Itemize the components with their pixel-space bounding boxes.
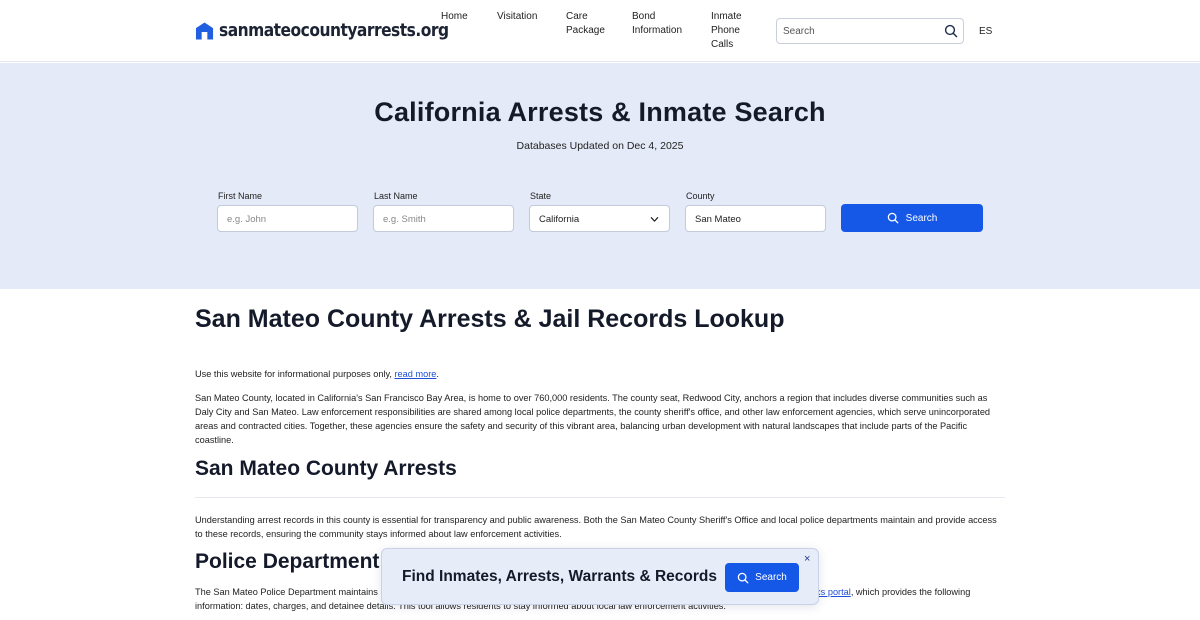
logo-text: sanmateocountyarrests.org	[219, 20, 449, 41]
state-label: State	[530, 191, 552, 201]
county-label: County	[686, 191, 715, 201]
last-name-field	[373, 205, 514, 232]
read-more-link[interactable]: read more	[395, 369, 437, 379]
close-icon[interactable]: ×	[804, 553, 810, 565]
arrests-description: Understanding arrest records in this cou…	[195, 515, 997, 539]
search-icon	[737, 572, 749, 583]
search-popup: Find Inmates, Arrests, Warrants & Record…	[381, 548, 819, 605]
search-icon	[887, 212, 899, 224]
section-divider	[195, 497, 1005, 498]
nav-visitation[interactable]: Visitation	[497, 10, 537, 24]
header-search	[776, 18, 964, 44]
state-select[interactable]: California	[529, 205, 670, 232]
county-input[interactable]	[695, 212, 815, 226]
last-name-input[interactable]	[383, 212, 503, 226]
first-name-field	[217, 205, 358, 232]
first-name-label: First Name	[218, 191, 263, 201]
county-field	[685, 205, 826, 232]
info-notice: Use this website for informational purpo…	[195, 367, 1003, 381]
police-heading: Police Department Da	[195, 550, 413, 573]
chevron-down-icon	[650, 217, 659, 222]
info-text: Use this website for informational purpo…	[195, 369, 395, 379]
hero-search-button[interactable]: Search	[841, 204, 983, 232]
search-icon[interactable]	[944, 24, 958, 38]
police-text-start: The San Mateo Police Department maintain…	[195, 587, 378, 597]
page-title: San Mateo County Arrests & Jail Records …	[195, 305, 785, 333]
info-end: .	[436, 369, 439, 379]
arrests-heading: San Mateo County Arrests	[195, 457, 457, 480]
nav-care-package[interactable]: Care Package	[566, 10, 606, 38]
hero-subtitle: Databases Updated on Dec 4, 2025	[516, 140, 684, 152]
house-icon	[195, 21, 214, 40]
nav-home[interactable]: Home	[441, 10, 468, 24]
last-name-label: Last Name	[374, 191, 418, 201]
police-text-mid: , which provides the following	[850, 587, 971, 597]
county-description: San Mateo County, located in California'…	[195, 393, 991, 445]
nav-inmate-phone-calls[interactable]: Inmate Phone Calls	[711, 10, 747, 52]
site-header: sanmateocountyarrests.org Home Visitatio…	[0, 0, 1200, 62]
header-search-input[interactable]	[783, 23, 938, 39]
popup-search-label: Search	[755, 572, 787, 583]
first-name-input[interactable]	[227, 212, 347, 226]
hero-section: California Arrests & Inmate Search Datab…	[0, 63, 1200, 289]
hero-title: California Arrests & Inmate Search	[374, 97, 826, 127]
popup-search-button[interactable]: Search	[725, 563, 799, 592]
language-toggle[interactable]: ES	[979, 26, 992, 37]
hero-search-label: Search	[905, 212, 938, 224]
popup-title: Find Inmates, Arrests, Warrants & Record…	[402, 568, 717, 585]
state-value: California	[539, 214, 580, 225]
nav-bond-information[interactable]: Bond Information	[632, 10, 688, 38]
